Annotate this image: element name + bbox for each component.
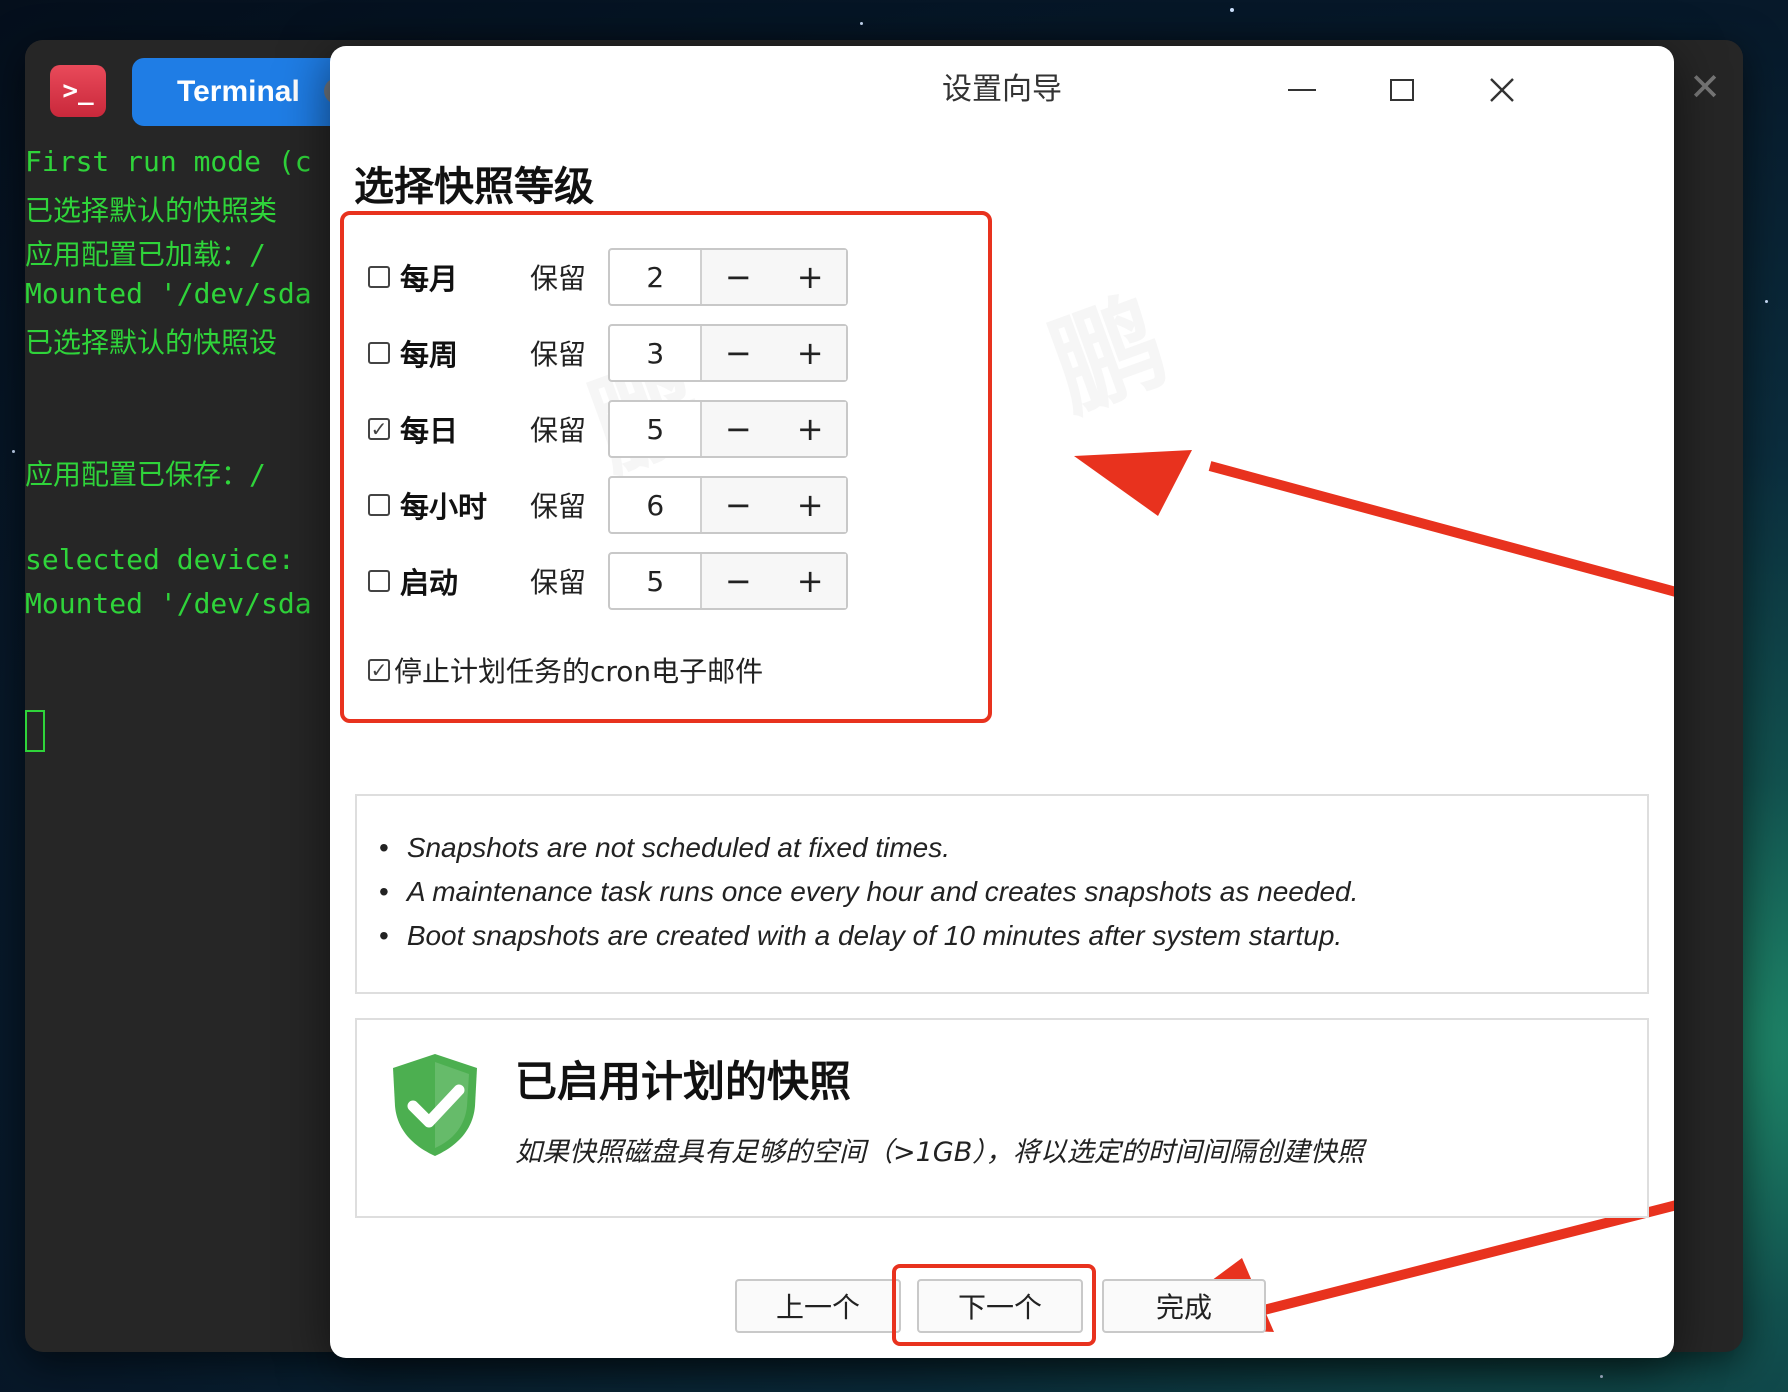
previous-button[interactable]: 上一个	[735, 1279, 901, 1333]
status-description: 如果快照磁盘具有足够的空间（>1GB），将以选定的时间间隔创建快照	[515, 1137, 1364, 1168]
increment-button[interactable]: +	[774, 250, 846, 304]
terminal-tab[interactable]: Terminal ×	[132, 58, 350, 126]
terminal-line: Mounted '/dev/sda	[25, 277, 312, 310]
increment-button[interactable]: +	[774, 402, 846, 456]
weekly-keep-stepper: 3 − +	[608, 324, 848, 382]
boot-keep-value[interactable]: 5	[610, 554, 703, 608]
level-row-weekly: 每周 保留 3 − +	[368, 324, 848, 382]
level-row-boot: 启动 保留 5 − +	[368, 552, 848, 610]
shield-check-icon	[393, 1054, 477, 1156]
decrement-button[interactable]: −	[702, 326, 775, 380]
schedule-info-box: • Snapshots are not scheduled at fixed ti…	[355, 794, 1649, 994]
terminal-line: 应用配置已加载：/	[25, 238, 266, 271]
decrement-button[interactable]: −	[702, 478, 775, 532]
boot-keep-stepper: 5 − +	[608, 552, 848, 610]
schedule-status-box: 已启用计划的快照 如果快照磁盘具有足够的空间（>1GB），将以选定的时间间隔创建…	[355, 1018, 1649, 1218]
weekly-label: 每周	[400, 338, 459, 372]
keep-label: 保留	[530, 262, 587, 295]
star	[860, 22, 863, 25]
terminal-close-icon[interactable]: ✕	[1689, 68, 1721, 106]
star	[1230, 8, 1234, 12]
star	[1600, 1375, 1603, 1378]
setup-wizard-dialog: 鹏 鹏 鹏 设置向导 选择快照等级 每月 保留 2 − + 每周 保留 3 − …	[330, 46, 1674, 1358]
terminal-line: 已选择默认的快照类	[25, 194, 278, 227]
terminal-line: First run mode (c	[25, 145, 312, 178]
monthly-keep-value[interactable]: 2	[610, 250, 703, 304]
minimize-icon[interactable]	[1280, 68, 1324, 112]
boot-checkbox[interactable]	[368, 570, 390, 592]
decrement-button[interactable]: −	[702, 554, 775, 608]
terminal-line: 已选择默认的快照设	[25, 326, 278, 359]
star	[12, 450, 15, 453]
info-bullet: • Snapshots are not scheduled at fixed ti…	[379, 832, 951, 863]
info-bullet: • Boot snapshots are created with a delay…	[379, 920, 1343, 951]
keep-label: 保留	[530, 414, 587, 447]
terminal-cursor	[25, 710, 45, 752]
increment-button[interactable]: +	[774, 554, 846, 608]
finish-button[interactable]: 完成	[1102, 1279, 1266, 1333]
daily-checkbox[interactable]: ✓	[368, 418, 390, 440]
increment-button[interactable]: +	[774, 326, 846, 380]
weekly-checkbox[interactable]	[368, 342, 390, 364]
snapshot-levels-heading: 选择快照等级	[354, 164, 594, 210]
info-bullet-text: Boot snapshots are created with a delay …	[406, 920, 1343, 951]
star	[1765, 300, 1768, 303]
hourly-keep-value[interactable]: 6	[610, 478, 703, 532]
increment-button[interactable]: +	[774, 478, 846, 532]
cron-email-checkbox[interactable]: ✓	[368, 659, 390, 681]
level-row-daily: ✓ 每日 保留 5 − +	[368, 400, 848, 458]
decrement-button[interactable]: −	[702, 250, 775, 304]
cron-email-label: 停止计划任务的cron电子邮件	[394, 655, 764, 688]
hourly-label: 每小时	[400, 490, 488, 524]
monthly-checkbox[interactable]	[368, 266, 390, 288]
watermark: 鹏	[1026, 252, 1184, 440]
hourly-checkbox[interactable]	[368, 494, 390, 516]
keep-label: 保留	[530, 566, 587, 599]
terminal-line: selected device:	[25, 543, 295, 576]
dialog-title: 设置向导	[942, 72, 1062, 107]
info-bullet-text: A maintenance task runs once every hour …	[406, 876, 1359, 907]
status-title: 已启用计划的快照	[515, 1057, 852, 1106]
daily-keep-value[interactable]: 5	[610, 402, 703, 456]
daily-label: 每日	[400, 414, 459, 448]
monthly-keep-stepper: 2 − +	[608, 248, 848, 306]
decrement-button[interactable]: −	[702, 402, 775, 456]
boot-label: 启动	[400, 566, 459, 600]
terminal-line: Mounted '/dev/sda	[25, 587, 312, 620]
close-icon[interactable]	[1480, 68, 1524, 112]
info-bullet: • A maintenance task runs once every hour…	[379, 876, 1359, 907]
weekly-keep-value[interactable]: 3	[610, 326, 703, 380]
terminal-tab-label: Terminal	[177, 75, 300, 108]
monthly-label: 每月	[400, 262, 459, 296]
daily-keep-stepper: 5 − +	[608, 400, 848, 458]
annotation-next-highlight	[892, 1264, 1096, 1346]
level-row-hourly: 每小时 保留 6 − +	[368, 476, 848, 534]
keep-label: 保留	[530, 338, 587, 371]
hourly-keep-stepper: 6 − +	[608, 476, 848, 534]
terminal-app-icon: >_	[50, 65, 106, 117]
level-row-monthly: 每月 保留 2 − +	[368, 248, 848, 306]
terminal-line: 应用配置已保存：/	[25, 458, 266, 491]
maximize-icon[interactable]	[1380, 68, 1424, 112]
info-bullet-text: Snapshots are not scheduled at fixed tim…	[406, 832, 951, 863]
cron-email-row: ✓ 停止计划任务的cron电子邮件	[368, 650, 763, 690]
keep-label: 保留	[530, 490, 587, 523]
